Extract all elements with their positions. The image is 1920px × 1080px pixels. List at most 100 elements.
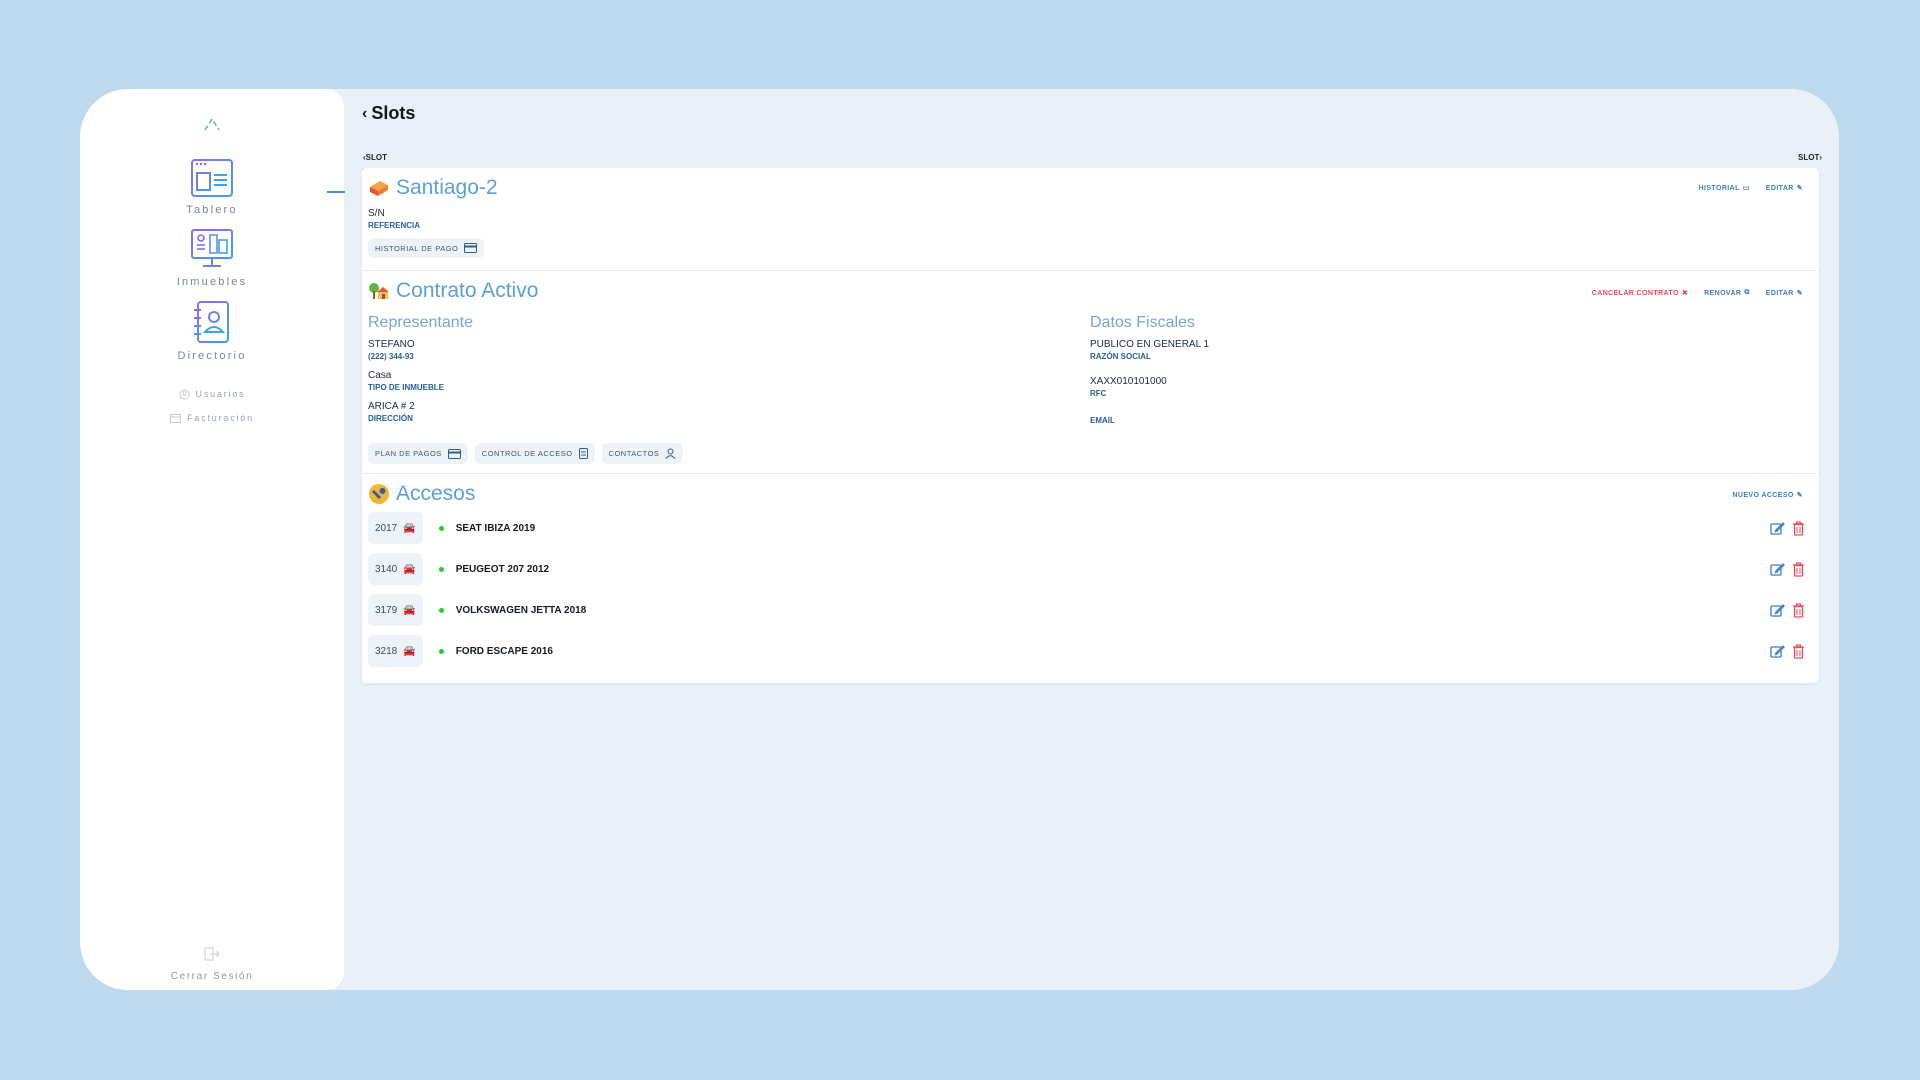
edit-icon: ✎	[1796, 492, 1803, 499]
slot-section: Santiago-2 HISTORIAL ▭ EDITAR ✎ S/N REFERE…	[362, 168, 1819, 270]
contacts-label: CONTACTOS	[608, 449, 660, 458]
delete-row-button[interactable]	[1792, 561, 1805, 577]
id-card-icon	[578, 448, 588, 459]
renew-label: RENOVAR	[1704, 289, 1742, 297]
rfc-value: XAXX010101000	[1090, 376, 1167, 387]
trash-icon	[1793, 643, 1804, 659]
key-card-icon	[369, 484, 389, 504]
delete-row-button[interactable]	[1792, 602, 1805, 618]
payment-plan-label: PLAN DE PAGOS	[375, 449, 442, 458]
car-icon: 🚘	[403, 645, 416, 657]
prev-slot-label: SLOT	[365, 153, 388, 162]
new-access-button[interactable]: NUEVO ACCESO ✎	[1732, 491, 1803, 500]
business-name-value: PUBLICO EN GENERAL 1	[1090, 339, 1210, 350]
sidebar-item-tablero[interactable]: Tablero	[80, 158, 344, 216]
edit-contract-button[interactable]: EDITAR ✎	[1765, 289, 1803, 298]
access-code-value: 3218	[375, 645, 398, 657]
back-title-button[interactable]: ‹ Slots	[362, 103, 415, 124]
access-code: 3140 🚘	[368, 553, 423, 585]
contract-button-row: PLAN DE PAGOS CONTROL DE ACCESO CONTACTO…	[368, 443, 684, 464]
next-slot-button[interactable]: SLOT›	[1798, 153, 1822, 162]
chevron-left-icon: ‹	[362, 104, 368, 122]
email-value	[1090, 413, 1690, 414]
table-row[interactable]: 3179 🚘 VOLKSWAGEN JETTA 2018	[368, 594, 1805, 626]
car-icon: 🚘	[403, 522, 416, 534]
representative-phone: (222) 344-93	[368, 352, 414, 361]
parking-slot-icon	[370, 181, 388, 196]
buildings-monitor-icon	[191, 229, 233, 267]
user-icon	[666, 448, 676, 459]
status-dot	[438, 525, 444, 531]
next-slot-label: SLOT	[1798, 153, 1820, 162]
representative-heading: Representante	[368, 314, 473, 331]
status-dot	[438, 566, 444, 572]
delete-row-button[interactable]	[1792, 520, 1805, 536]
email-label: EMAIL	[1090, 416, 1115, 425]
edit-slot-button[interactable]: EDITAR ✎	[1765, 184, 1803, 193]
edit-icon: ✎	[1796, 290, 1803, 297]
access-control-button[interactable]: CONTROL DE ACCESO	[474, 443, 595, 464]
row-actions	[1770, 643, 1805, 659]
access-code-value: 3140	[375, 563, 398, 575]
renew-button[interactable]: RENOVAR ⧉	[1704, 289, 1750, 297]
status-dot	[438, 648, 444, 654]
folder-icon: ▭	[1742, 185, 1750, 192]
row-actions	[1770, 602, 1805, 618]
access-title: Accesos	[368, 482, 475, 506]
edit-icon	[1770, 521, 1785, 535]
edit-row-button[interactable]	[1770, 562, 1785, 577]
sidebar-item-directorio[interactable]: Directorio	[80, 300, 344, 362]
sidebar-item-label: Inmuebles	[176, 276, 248, 288]
edit-row-button[interactable]	[1770, 644, 1785, 659]
contract-section: Contrato Activo CANCELAR CONTRATO ✖ RENOV…	[362, 271, 1819, 473]
delete-row-button[interactable]	[1792, 643, 1805, 659]
table-row[interactable]: 2017 🚘 SEAT IBIZA 2019	[368, 512, 1805, 544]
cancel-contract-label: CANCELAR CONTRATO	[1591, 289, 1679, 297]
new-access-label: NUEVO ACCESO	[1732, 491, 1794, 499]
sidebar-item-inmuebles[interactable]: Inmuebles	[80, 228, 344, 288]
car-icon: 🚘	[403, 563, 416, 575]
prev-slot-button[interactable]: ‹SLOT	[363, 153, 387, 162]
access-code: 3218 🚘	[368, 635, 423, 667]
status-dot	[438, 607, 444, 613]
table-row[interactable]: 3218 🚘 FORD ESCAPE 2016	[368, 635, 1805, 667]
vehicle-name: SEAT IBIZA 2019	[455, 522, 536, 534]
edit-label: EDITAR	[1765, 184, 1794, 192]
reference-value: S/N	[368, 208, 385, 219]
slot-title: Santiago-2	[368, 176, 498, 200]
contacts-button[interactable]: CONTACTOS	[601, 443, 684, 464]
business-name-label: RAZÓN SOCIAL	[1090, 352, 1151, 361]
sidebar-item-label: Usuarios	[195, 389, 246, 399]
sidebar-item-facturacion[interactable]: Facturación	[80, 413, 344, 424]
sidebar-item-label: Directorio	[177, 350, 247, 362]
slot-detail-card: Santiago-2 HISTORIAL ▭ EDITAR ✎ S/N REFERE…	[362, 168, 1819, 683]
access-code-value: 3179	[375, 604, 398, 616]
history-label: HISTORIAL	[1698, 184, 1740, 192]
access-title-text: Accesos	[396, 482, 476, 505]
history-button[interactable]: HISTORIAL ▭	[1698, 184, 1750, 193]
payment-plan-button[interactable]: PLAN DE PAGOS	[368, 443, 468, 464]
cancel-contract-button[interactable]: CANCELAR CONTRATO ✖	[1591, 289, 1688, 298]
edit-icon	[1770, 644, 1785, 658]
sidebar-item-usuarios[interactable]: Usuarios	[80, 389, 344, 400]
users-icon	[179, 389, 190, 400]
row-actions	[1770, 520, 1805, 536]
logout-button[interactable]: Cerrar Sesión	[80, 947, 344, 982]
edit-row-button[interactable]	[1770, 603, 1785, 618]
table-row[interactable]: 3140 🚘 PEUGEOT 207 2012	[368, 553, 1805, 585]
edit-icon: ✎	[1796, 185, 1803, 192]
sidebar: Tablero Inmuebles Directorio Usuarios Fa…	[80, 89, 345, 990]
property-type-value: Casa	[368, 370, 392, 381]
edit-row-button[interactable]	[1770, 521, 1785, 536]
slot-actions: HISTORIAL ▭ EDITAR ✎	[1698, 184, 1803, 193]
logout-icon	[204, 947, 220, 961]
access-code: 2017 🚘	[368, 512, 423, 544]
dashboard-window-icon	[191, 159, 233, 197]
access-code: 3179 🚘	[368, 594, 423, 626]
main-content: ‹ Slots ‹SLOT SLOT› Santiago-2 HISTORIAL…	[344, 89, 1839, 990]
active-indicator	[327, 191, 345, 193]
sidebar-item-label: Facturación	[187, 413, 254, 423]
access-control-label: CONTROL DE ACCESO	[481, 449, 573, 458]
payment-history-button[interactable]: HISTORIAL DE PAGO	[368, 238, 485, 258]
edit-label: EDITAR	[1765, 289, 1794, 297]
